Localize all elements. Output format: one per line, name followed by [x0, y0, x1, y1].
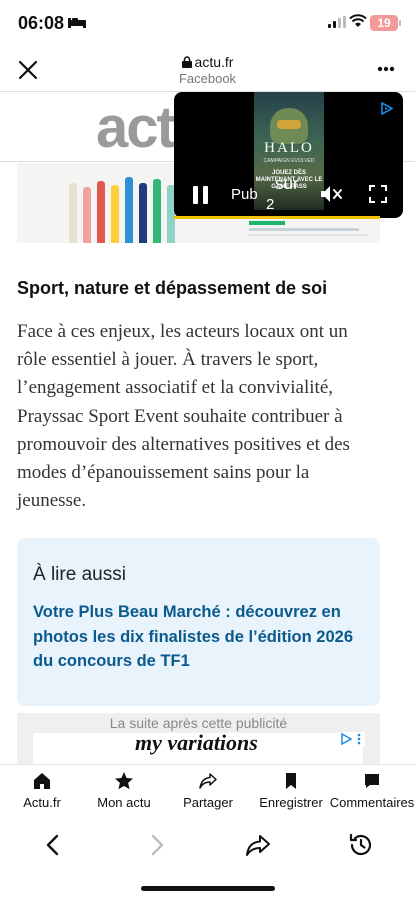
pause-bar — [203, 186, 208, 204]
share-icon — [199, 773, 217, 789]
share-forward-icon[interactable] — [245, 832, 271, 858]
read-also-title: À lire aussi — [33, 564, 126, 585]
article-paragraph: Face à ces enjeux, les acteurs locaux on… — [17, 321, 350, 512]
ad-caption: La suite après cette publicité — [109, 715, 288, 731]
ad-trust-text — [249, 221, 379, 241]
video-ad-subtitle: CAMPAIGN EVOLVED — [263, 158, 315, 164]
read-also-box: À lire aussi Votre Plus Beau Marché : dé… — [17, 538, 380, 706]
video-character-visor — [277, 120, 301, 129]
home-indicator — [141, 886, 275, 891]
battery-tip — [399, 20, 401, 26]
tab-label: Actu.fr — [23, 795, 61, 810]
ad-brush — [125, 177, 133, 243]
tab-partager[interactable]: Partager — [176, 771, 240, 810]
more-options-icon[interactable] — [377, 66, 395, 72]
sleep-focus-icon — [68, 18, 86, 28]
tab-enregistrer[interactable]: Enregistrer — [254, 771, 328, 810]
domain-line: actu.fr — [0, 54, 415, 70]
bottom-tab-bar: Actu.fr Mon actu Partager Enregistrer Co… — [0, 764, 415, 820]
tab-commentaires[interactable]: Commentaires — [328, 771, 415, 810]
tab-label: Enregistrer — [259, 795, 323, 810]
ad-brush — [69, 183, 77, 243]
comment-icon — [365, 774, 379, 788]
browser-nav-bar — [0, 820, 415, 870]
pause-bar — [193, 186, 198, 204]
status-bar: 06:08 19 — [0, 0, 415, 48]
ad-counter: 2 — [266, 196, 275, 213]
battery-icon: 19 — [370, 15, 398, 31]
tab-actu[interactable]: Actu.fr — [14, 771, 70, 810]
adchoices-icon[interactable] — [339, 732, 365, 746]
site-logo[interactable]: act — [96, 94, 176, 161]
video-ad-title: HALO — [264, 140, 314, 156]
back-icon[interactable] — [41, 832, 67, 858]
ad-brand: my variations — [135, 730, 258, 755]
video-overlay-text: sur — [275, 174, 299, 193]
browser-header: actu.fr Facebook — [0, 48, 415, 92]
rating-stars — [249, 221, 285, 225]
tab-label: Commentaires — [329, 795, 415, 810]
adchoices-icon[interactable] — [380, 102, 393, 115]
bottom-ad[interactable]: La suite après cette publicité my variat… — [17, 713, 380, 767]
ad-label: Pub — [231, 186, 258, 203]
fullscreen-icon[interactable] — [369, 185, 387, 203]
mute-icon[interactable] — [320, 184, 342, 204]
forward-icon — [151, 834, 164, 856]
video-progress-bar — [174, 216, 380, 219]
signal-icon — [328, 16, 346, 28]
ad-brush — [139, 183, 147, 243]
wifi-icon — [349, 14, 367, 27]
ad-brush — [111, 185, 119, 243]
ad-text-line — [249, 234, 369, 236]
video-ad-player[interactable]: HALO CAMPAIGN EVOLVED JOUEZ DÈS MAINTENA… — [174, 92, 403, 218]
lock-icon — [181, 56, 192, 68]
read-also-link[interactable]: Votre Plus Beau Marché : découvrez en ph… — [33, 600, 363, 674]
status-time: 06:08 — [18, 13, 65, 33]
ad-brush — [153, 179, 161, 243]
history-icon[interactable] — [348, 832, 374, 858]
section-heading: Sport, nature et dépassement de soi — [17, 278, 328, 298]
ad-brush — [97, 181, 105, 243]
bookmark-icon — [286, 773, 296, 789]
url-area[interactable]: actu.fr Facebook — [0, 54, 415, 86]
home-icon — [34, 773, 50, 789]
pause-button[interactable] — [193, 186, 209, 204]
ad-text-line — [249, 228, 359, 231]
tab-label: Partager — [183, 795, 233, 810]
domain-text: actu.fr — [194, 54, 234, 70]
source-text: Facebook — [178, 71, 237, 86]
tab-mon-actu[interactable]: Mon actu — [90, 771, 158, 810]
tab-label: Mon actu — [97, 795, 151, 810]
ad-brush — [83, 187, 91, 243]
star-icon — [115, 772, 133, 790]
